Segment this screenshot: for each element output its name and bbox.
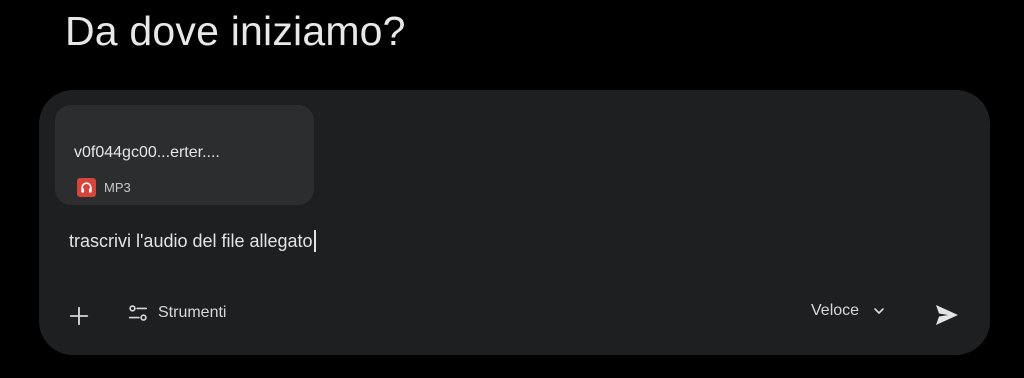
attachment-file-name: v0f044gc00...erter....: [74, 144, 220, 161]
tools-button[interactable]: Strumenti: [127, 302, 226, 324]
attachment-meta: MP3: [77, 178, 131, 197]
chevron-down-icon: [874, 308, 884, 314]
attachment-card[interactable]: v0f044gc00...erter.... MP3: [55, 105, 314, 205]
tools-label: Strumenti: [158, 304, 227, 321]
prompt-composer: v0f044gc00...erter.... MP3 trascrivi l'a…: [39, 90, 990, 355]
attachment-file-type: MP3: [104, 180, 131, 195]
page-title: Da dove iniziamo?: [65, 8, 406, 54]
tune-icon: [128, 305, 148, 321]
prompt-input[interactable]: trascrivi l'audio del file allegato: [69, 230, 316, 252]
model-label: Veloce: [811, 302, 860, 319]
add-button[interactable]: [66, 303, 92, 329]
text-caret: [313, 230, 316, 252]
send-icon: [936, 305, 958, 325]
plus-icon: [69, 306, 89, 326]
headphones-icon: [77, 178, 96, 197]
prompt-input-text: trascrivi l'audio del file allegato: [69, 230, 313, 251]
model-selector[interactable]: Veloce: [811, 302, 887, 320]
send-button[interactable]: [932, 301, 962, 329]
